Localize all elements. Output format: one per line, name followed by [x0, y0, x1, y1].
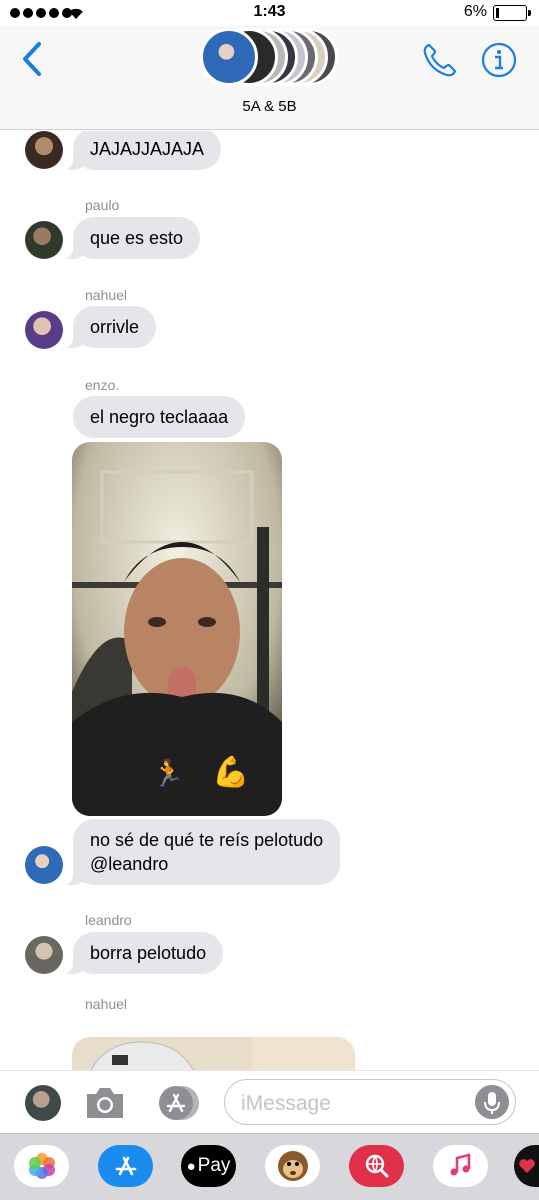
message-bubble[interactable]: el negro teclaaaa [73, 396, 246, 438]
camera-icon[interactable] [84, 1085, 126, 1121]
avatar[interactable] [25, 936, 63, 974]
message-thread[interactable]: JAJAJJAJAJA paulo que es esto nahuel orr… [0, 131, 539, 1070]
photo-image [72, 1037, 355, 1070]
app-store-icon[interactable] [153, 1084, 201, 1122]
avatar[interactable] [25, 1085, 61, 1121]
apple-pay-app-icon[interactable]: ● Pay [181, 1145, 236, 1187]
avatar[interactable] [25, 131, 63, 169]
message-bubble[interactable]: orrivle [62, 306, 157, 348]
sender-name: nahuel [85, 996, 128, 1012]
message-bubble[interactable]: no sé de qué te reís pelotudo @leandro [62, 819, 341, 885]
status-bar: 1:43 6% [0, 0, 539, 26]
sender-name: enzo. [85, 377, 120, 393]
animoji-app-icon[interactable] [265, 1145, 320, 1187]
photo-image: 🏃 💪 [72, 442, 282, 816]
photos-app-icon[interactable] [14, 1145, 69, 1187]
apple-logo-icon: ● [186, 1157, 196, 1175]
avatar[interactable] [25, 846, 63, 884]
message-input[interactable]: iMessage [224, 1079, 516, 1125]
heart-app-icon[interactable] [514, 1145, 539, 1187]
svg-text:🏃: 🏃 [152, 758, 184, 789]
message-bubble[interactable]: JAJAJJAJAJA [62, 131, 222, 170]
app-store-app-icon[interactable] [98, 1145, 153, 1187]
group-name[interactable]: 5A & 5B [0, 98, 539, 115]
music-app-icon[interactable] [433, 1145, 488, 1187]
composer-bar: iMessage [0, 1070, 539, 1133]
group-avatar-stack[interactable] [200, 26, 340, 90]
microphone-icon[interactable] [475, 1085, 509, 1119]
message-input-placeholder: iMessage [241, 1092, 331, 1115]
apple-pay-label: Pay [197, 1155, 231, 1176]
sender-name: leandro [85, 912, 132, 928]
avatar[interactable] [25, 311, 63, 349]
message-bubble[interactable]: borra pelotudo [62, 932, 224, 974]
avatar[interactable] [25, 221, 63, 259]
svg-text:💪: 💪 [212, 754, 249, 790]
photo-attachment[interactable] [72, 1037, 355, 1070]
back-chevron-icon[interactable] [20, 40, 44, 78]
battery-percentage: 6% [463, 3, 487, 20]
sender-name: paulo [85, 197, 120, 213]
battery-icon [493, 5, 531, 21]
info-icon[interactable] [480, 41, 518, 79]
app-drawer: ● Pay [0, 1133, 539, 1200]
phone-icon[interactable] [420, 40, 460, 80]
status-time: 1:43 [253, 3, 286, 20]
web-search-app-icon[interactable] [349, 1145, 404, 1187]
message-bubble[interactable]: que es esto [62, 217, 201, 259]
group-member-avatar [200, 28, 258, 86]
sender-name: nahuel [85, 287, 128, 303]
conversation-header: 5A & 5B [0, 26, 539, 130]
photo-attachment[interactable]: 🏃 💪 [72, 442, 282, 816]
